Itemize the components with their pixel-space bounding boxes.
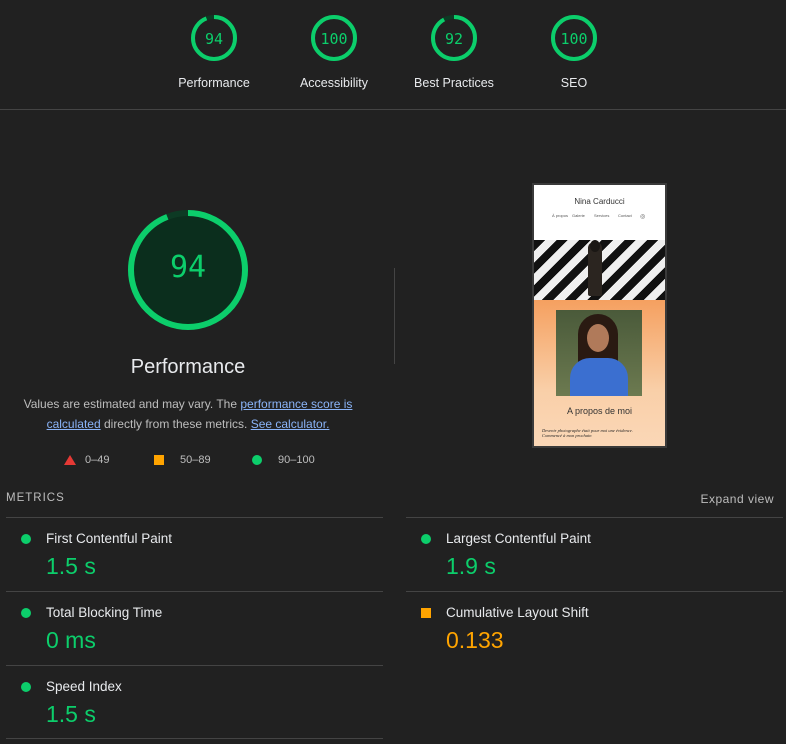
legend-average-label: 50–89 xyxy=(180,454,211,466)
screenshot-nav-item: Contact xyxy=(618,213,632,218)
performance-score: 94 xyxy=(169,250,207,285)
triangle-icon xyxy=(64,455,76,465)
gauge-seo[interactable]: 100 SEO xyxy=(519,14,629,90)
screenshot-portrait xyxy=(556,310,642,396)
person-head xyxy=(590,240,600,252)
pass-circle-icon xyxy=(21,534,31,544)
metric-value: 1.5 s xyxy=(46,701,96,727)
desc-text-1: Values are estimated and may vary. The xyxy=(23,397,241,411)
metric-name: Largest Contentful Paint xyxy=(446,531,591,546)
legend-pass: 90–100 xyxy=(252,454,315,466)
gauge-label: SEO xyxy=(560,76,588,90)
gauge-label: Performance xyxy=(178,76,250,90)
gauge-best-practices[interactable]: 92 Best Practices xyxy=(399,14,509,90)
screenshot-nav-item: Services xyxy=(594,213,610,218)
screenshot-nav-item: Galerie xyxy=(572,213,585,218)
gauge-accessibility[interactable]: 100 Accessibility xyxy=(279,14,389,90)
screenshot-about-title: A propos de moi xyxy=(566,406,633,416)
gauge-score: 92 xyxy=(444,30,464,48)
metric-speed-index: Speed Index 1.5 s xyxy=(6,665,383,740)
score-legend: 0–49 50–89 90–100 xyxy=(60,454,340,470)
category-gauges-bar: 94 Performance 100 Accessibility 92 Best… xyxy=(0,0,786,110)
gauge-score: 94 xyxy=(204,30,224,48)
metric-value: 0 ms xyxy=(46,627,96,653)
metric-name: Total Blocking Time xyxy=(46,605,163,620)
metrics-header: METRICS xyxy=(6,492,65,504)
expand-view-toggle[interactable]: Expand view xyxy=(700,492,774,506)
instagram-icon: ◎ xyxy=(640,214,646,220)
metric-cls: Cumulative Layout Shift 0.133 xyxy=(406,591,783,666)
legend-pass-label: 90–100 xyxy=(278,454,315,466)
screenshot-header: Nina Carducci À propos Galerie Services … xyxy=(534,185,665,240)
metric-value: 1.9 s xyxy=(446,553,496,579)
legend-average: 50–89 xyxy=(154,454,211,466)
average-square-icon xyxy=(421,608,431,618)
portrait-face xyxy=(587,324,609,352)
gauge-performance[interactable]: 94 Performance xyxy=(159,14,269,90)
screenshot-site-name: Nina Carducci xyxy=(574,197,625,206)
gauge-label: Accessibility xyxy=(299,76,369,90)
metric-name: Cumulative Layout Shift xyxy=(446,605,589,620)
metric-name: Speed Index xyxy=(46,679,122,694)
metric-lcp: Largest Contentful Paint 1.9 s xyxy=(406,517,783,592)
desc-text-2: directly from these metrics. xyxy=(100,417,251,431)
legend-fail-label: 0–49 xyxy=(85,454,110,466)
screenshot-about-text: Devenir photographe était pour moi une é… xyxy=(542,428,633,438)
legend-fail: 0–49 xyxy=(64,454,109,466)
square-icon xyxy=(154,455,164,465)
performance-title: Performance xyxy=(130,356,246,378)
pass-circle-icon xyxy=(21,682,31,692)
metric-name: First Contentful Paint xyxy=(46,531,173,546)
metric-value: 0.133 xyxy=(446,627,504,653)
screenshot-nav-item: À propos xyxy=(552,213,569,218)
pass-circle-icon xyxy=(21,608,31,618)
screenshot-about-section: A propos de moi Devenir photographe étai… xyxy=(534,300,665,446)
gauge-score: 100 xyxy=(560,30,588,48)
gauge-score: 100 xyxy=(320,30,348,48)
score-description: Values are estimated and may vary. The p… xyxy=(18,394,358,434)
vertical-divider xyxy=(394,268,395,364)
screenshot-hero-image xyxy=(534,240,665,300)
metric-fcp: First Contentful Paint 1.5 s xyxy=(6,517,383,592)
see-calculator-link[interactable]: See calculator. xyxy=(251,417,330,431)
metrics-bottom-divider xyxy=(6,738,383,739)
portrait-body xyxy=(570,358,628,396)
circle-icon xyxy=(252,455,262,465)
pass-circle-icon xyxy=(421,534,431,544)
final-screenshot[interactable]: Nina Carducci À propos Galerie Services … xyxy=(532,183,667,448)
metric-tbt: Total Blocking Time 0 ms xyxy=(6,591,383,666)
gauge-label: Best Practices xyxy=(414,76,494,90)
metric-value: 1.5 s xyxy=(46,553,96,579)
